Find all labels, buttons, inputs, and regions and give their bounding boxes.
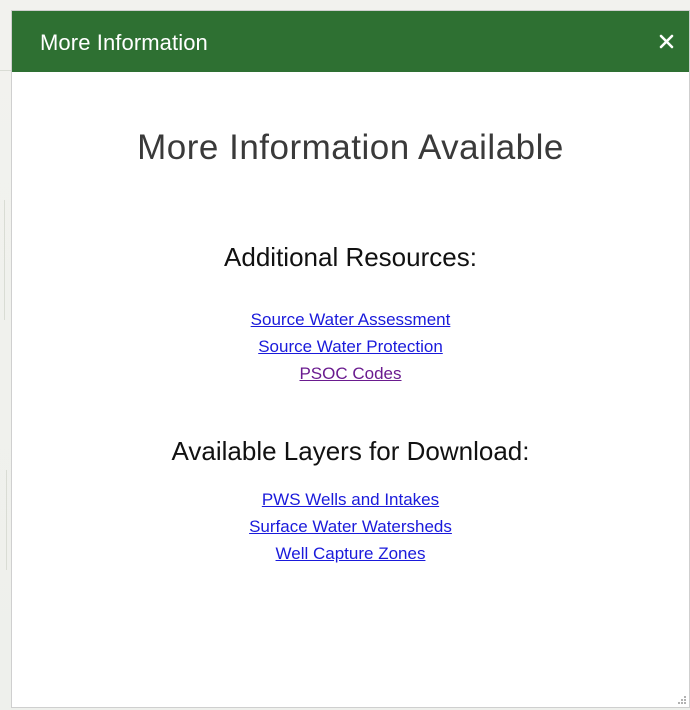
link-source-water-protection[interactable]: Source Water Protection xyxy=(12,333,689,360)
close-button[interactable] xyxy=(655,27,679,55)
link-source-water-assessment[interactable]: Source Water Assessment xyxy=(12,306,689,333)
dialog-titlebar: More Information xyxy=(12,11,689,72)
resources-links: Source Water Assessment Source Water Pro… xyxy=(12,306,689,387)
link-pws-wells-and-intakes[interactable]: PWS Wells and Intakes xyxy=(12,486,689,513)
page-title: More Information Available xyxy=(137,128,564,167)
more-information-dialog: More Information More Information Availa… xyxy=(11,10,690,708)
close-icon xyxy=(659,34,674,49)
link-psoc-codes[interactable]: PSOC Codes xyxy=(12,360,689,387)
map-road xyxy=(6,470,7,570)
resources-heading: Additional Resources: xyxy=(224,242,477,272)
link-well-capture-zones[interactable]: Well Capture Zones xyxy=(12,540,689,567)
map-road xyxy=(4,200,5,320)
dialog-title: More Information xyxy=(40,30,208,55)
layers-links: PWS Wells and Intakes Surface Water Wate… xyxy=(12,486,689,567)
resize-handle-icon[interactable] xyxy=(677,695,687,705)
layers-heading: Available Layers for Download: xyxy=(171,436,530,466)
link-surface-water-watersheds[interactable]: Surface Water Watersheds xyxy=(12,513,689,540)
map-road xyxy=(0,70,11,71)
